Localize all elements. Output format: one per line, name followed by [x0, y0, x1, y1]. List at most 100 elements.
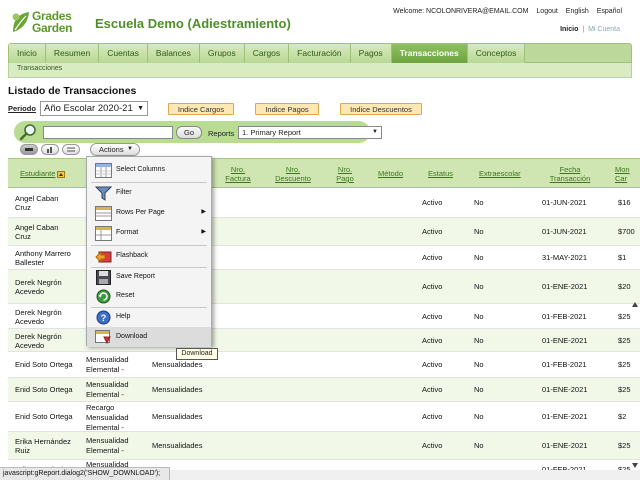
search-icon[interactable]: [19, 123, 37, 141]
status-bar: javascript:gReport.dialog2('SHOW_DOWNLOA…: [0, 467, 170, 480]
table-row[interactable]: Erika Hernández Ruiz Mensualidad Elemental …: [8, 432, 640, 460]
cell-fecha-transaccion: 01-ENE-2021: [542, 385, 588, 394]
chart-icon: [47, 147, 52, 153]
header: Grades Garden Escuela Demo (Adiestramien…: [0, 0, 640, 42]
submenu-arrow-icon: ▶: [201, 209, 206, 215]
format-icon: [95, 226, 112, 241]
nav-cuentas[interactable]: Cuentas: [99, 44, 148, 63]
download-tooltip: Download: [176, 348, 218, 360]
cell-extraescolar: No: [474, 253, 484, 262]
flashback-icon: [95, 250, 112, 264]
cell-concepto: Mensualidad: [86, 436, 129, 445]
column-header-fecha-line1: Fecha: [559, 165, 581, 174]
table-row[interactable]: Enid Soto Ortega Mensualidad Elemental - Me…: [8, 352, 640, 378]
table-row[interactable]: Enid Soto Ortega Mensualidad Elemental - Me…: [8, 378, 640, 402]
column-header-estudiante[interactable]: Estudiante: [20, 169, 66, 178]
column-header-nro-factura-line2: Factura: [225, 174, 251, 183]
menu-label-help: Help: [116, 313, 131, 320]
english-link[interactable]: English: [566, 8, 589, 15]
nav-conceptos[interactable]: Conceptos: [467, 44, 526, 63]
espanol-link[interactable]: Español: [597, 8, 622, 15]
cell-estudiante-line2: Acevedo: [15, 341, 45, 350]
cell-estudiante: Enid Soto Ortega: [15, 385, 73, 394]
go-button[interactable]: Go: [176, 126, 202, 139]
periodo-selected-value: Año Escolar 2020-21: [44, 103, 133, 114]
menu-label-format: Format: [116, 229, 139, 236]
nav-pagos[interactable]: Pagos: [350, 44, 392, 63]
column-header-nro-pago[interactable]: Nro. Pago: [332, 165, 358, 183]
nav-resumen[interactable]: Resumen: [45, 44, 100, 63]
cell-monto: $2: [618, 412, 627, 421]
school-name: Escuela Demo (Adiestramiento): [95, 16, 291, 31]
column-header-monto-line1: Mon: [615, 165, 630, 174]
cell-extraescolar: No: [474, 198, 484, 207]
actions-button[interactable]: Actions ▼: [90, 143, 140, 156]
cell-categoria: Mensualidades: [152, 412, 203, 421]
cell-concepto-line2: Elemental -: [86, 446, 124, 455]
subnav-transacciones[interactable]: Transacciones: [17, 65, 62, 72]
menu-item-download[interactable]: Download: [87, 327, 211, 347]
sub-nav: Transacciones: [8, 63, 632, 78]
cell-fecha-transaccion: 01-ENE-2021: [542, 282, 588, 291]
menu-item-reset[interactable]: Reset: [87, 286, 211, 306]
svg-text:?: ?: [101, 313, 107, 323]
reports-select[interactable]: 1. Primary Report ▼: [238, 126, 382, 139]
indice-descuentos-button[interactable]: Indice Descuentos: [340, 103, 422, 115]
column-header-nro-factura[interactable]: Nro. Factura: [220, 165, 256, 183]
cell-extraescolar: No: [474, 385, 484, 394]
column-header-nro-pago-line2: Pago: [336, 174, 354, 183]
chevron-down-icon: ▼: [127, 146, 133, 152]
search-input[interactable]: [43, 126, 173, 139]
periodo-label-text: Periodo: [8, 104, 36, 113]
vertical-scrollbar[interactable]: [630, 300, 640, 470]
mi-cuenta-link[interactable]: Mi Cuenta: [588, 26, 620, 33]
nav-grupos[interactable]: Grupos: [199, 44, 245, 63]
logo-text-line2: Garden: [32, 21, 73, 35]
menu-item-rows-per-page[interactable]: Rows Per Page ▶: [87, 203, 211, 223]
actions-menu: Select Columns Filter Rows Per Page ▶ Fo…: [86, 156, 212, 347]
cell-monto: $25: [618, 385, 631, 394]
home-links: Inicio | Mi Cuenta: [560, 26, 620, 33]
column-header-monto[interactable]: Mon Car: [615, 165, 639, 183]
menu-item-help[interactable]: ? Help: [87, 307, 211, 327]
table-row[interactable]: Enid Soto Ortega Recargo Mensualidad Elemen…: [8, 402, 640, 432]
nav-inicio[interactable]: Inicio: [9, 44, 46, 63]
cell-estatus: Activo: [422, 360, 443, 369]
menu-item-save-report[interactable]: Save Report: [87, 267, 211, 287]
menu-item-format[interactable]: Format ▶: [87, 223, 211, 243]
menu-item-filter[interactable]: Filter: [87, 183, 211, 203]
column-header-fecha-transaccion[interactable]: Fecha Transacción: [546, 165, 594, 183]
column-header-estatus[interactable]: Estatus: [428, 169, 453, 178]
view-chart-button[interactable]: [41, 144, 59, 155]
menu-item-select-columns[interactable]: Select Columns: [87, 160, 211, 180]
menu-label-download: Download: [116, 333, 148, 340]
cell-estudiante: Enid Soto Ortega: [15, 360, 73, 369]
detail-icon: [67, 147, 75, 152]
column-header-metodo[interactable]: Método: [378, 169, 403, 178]
logout-link[interactable]: Logout: [536, 8, 557, 15]
menu-item-flashback[interactable]: Flashback: [87, 246, 211, 266]
reset-icon: [96, 289, 111, 304]
nav-cargos[interactable]: Cargos: [244, 44, 290, 63]
cell-estatus: Activo: [422, 198, 443, 207]
column-header-extraescolar[interactable]: Extraescolar: [479, 169, 521, 178]
reports-selected-value: 1. Primary Report: [242, 128, 301, 137]
indice-cargos-button[interactable]: Indice Cargos: [168, 103, 234, 115]
cell-estudiante: Enid Soto Ortega: [15, 412, 73, 421]
cell-estudiante-line2: Acevedo: [15, 317, 45, 326]
nav-facturacion[interactable]: Facturación: [289, 44, 351, 63]
cell-monto: $25: [618, 336, 631, 345]
periodo-select[interactable]: Año Escolar 2020-21 ▼: [40, 101, 148, 116]
grades-garden-logo[interactable]: Grades Garden: [10, 10, 84, 36]
column-header-nro-descuento[interactable]: Nro. Descuento: [270, 165, 316, 183]
select-columns-icon: [95, 163, 112, 178]
view-detail-button[interactable]: [62, 144, 80, 155]
inicio-link[interactable]: Inicio: [560, 26, 578, 33]
cell-estatus: Activo: [422, 282, 443, 291]
menu-label-filter: Filter: [116, 189, 132, 196]
cell-estudiante-line2: Acevedo: [15, 287, 45, 296]
nav-balances[interactable]: Balances: [147, 44, 200, 63]
view-icons-button[interactable]: [20, 144, 38, 155]
nav-transacciones[interactable]: Transacciones: [391, 44, 468, 63]
indice-pagos-button[interactable]: Indice Pagos: [255, 103, 319, 115]
